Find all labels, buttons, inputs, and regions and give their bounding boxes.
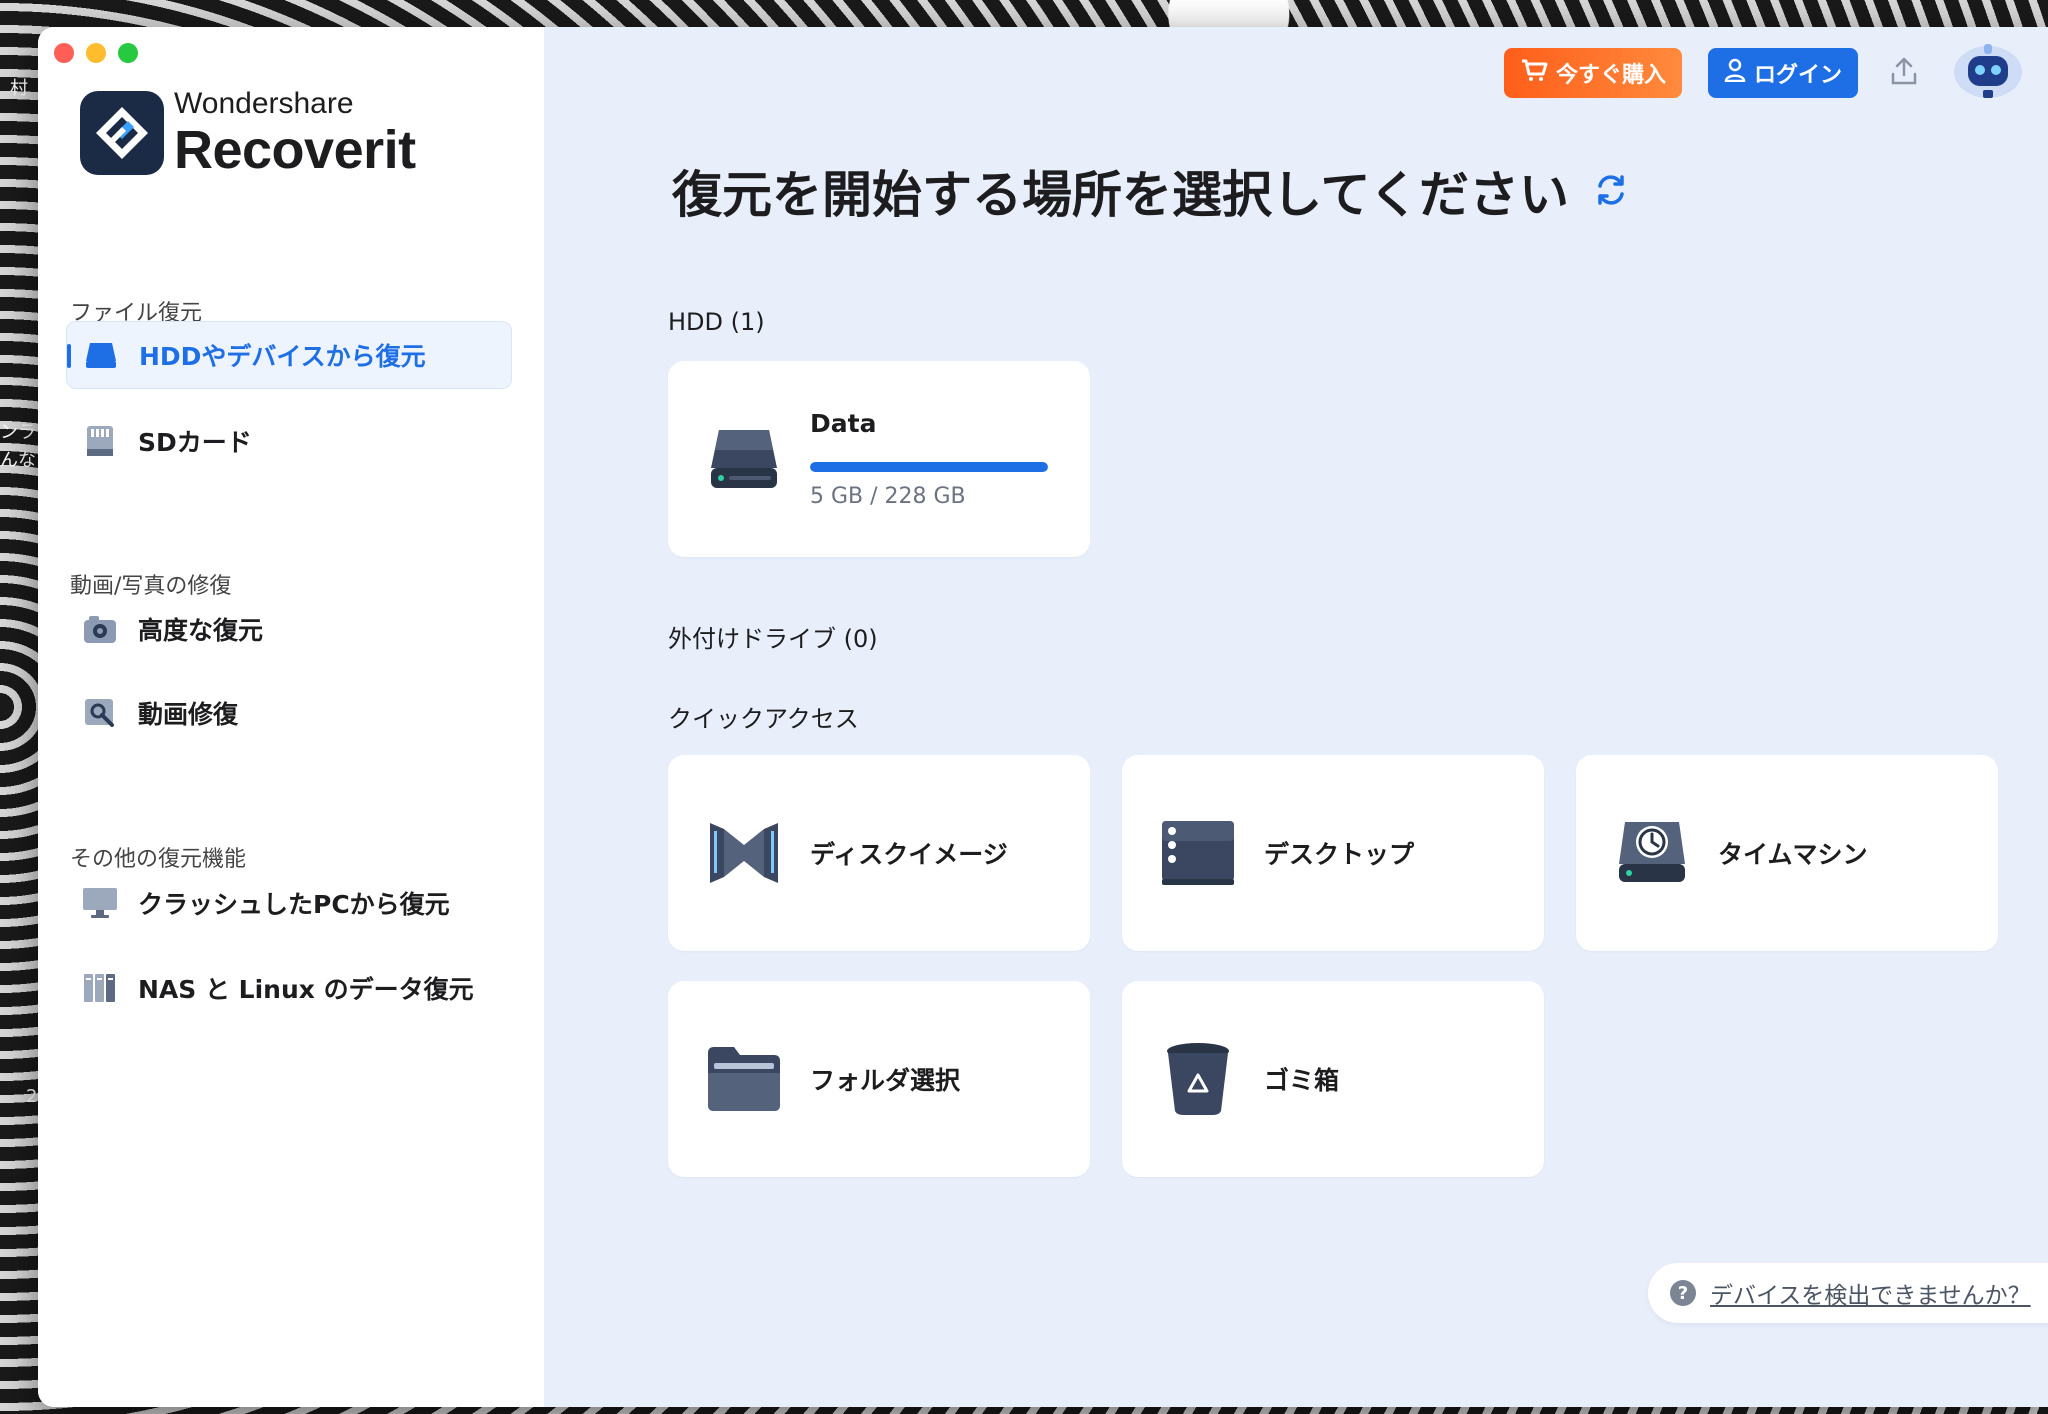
assistant-robot-button[interactable] [1950,41,2026,105]
cart-icon [1520,58,1548,88]
desktop-text: 2 [26,1086,38,1107]
sidebar-item-video-repair[interactable]: 動画修復 [66,679,512,747]
user-icon [1724,58,1746,88]
refresh-icon [1598,175,1624,205]
monitor-icon [82,885,118,921]
sidebar-item-label: HDDやデバイスから復元 [139,342,426,371]
share-icon [1889,56,1919,90]
quick-access-label: デスクトップ [1264,840,1415,869]
sidebar-item-crashed-pc[interactable]: クラッシュしたPCから復元 [66,869,512,937]
disk-image-icon [706,815,782,891]
quick-access-folder[interactable]: フォルダ選択 [668,981,1090,1177]
quick-access-trash[interactable]: ゴミ箱 [1122,981,1544,1177]
help-link[interactable]: デバイスを検出できませんか？ [1710,1276,2031,1310]
drive-usage-bar [810,462,1048,472]
quick-access-time-machine[interactable]: タイムマシン [1576,755,1998,951]
desktop-text: ンラ [0,422,36,443]
quick-access-label: フォルダ選択 [810,1066,961,1095]
quick-access-label: クイックアクセス [668,705,859,733]
window-controls [54,43,138,63]
page-title-text: 復元を開始する場所を選択してください [672,166,1569,224]
page-title: 復元を開始する場所を選択してください [672,155,1629,227]
maximize-window-button[interactable] [118,43,138,63]
recoverit-logo-icon [80,91,164,175]
quick-access-label: ゴミ箱 [1264,1066,1340,1095]
sidebar-item-label: NAS と Linux のデータ復元 [138,975,474,1004]
buy-now-button[interactable]: 今すぐ購入 [1503,48,1682,98]
question-icon: ? [1670,1280,1696,1306]
time-machine-icon [1614,815,1690,891]
sidebar-item-advanced-recovery[interactable]: 高度な復元 [66,595,512,663]
quick-access-disk-image[interactable]: ディスクイメージ [668,755,1090,951]
nas-icon [82,970,118,1006]
sidebar-item-sd-card[interactable]: SDカード [66,407,512,475]
drive-usage-fill [810,462,1048,472]
quick-access-desktop[interactable]: デスクトップ [1122,755,1544,951]
sidebar-item-nas-linux[interactable]: NAS と Linux のデータ復元 [66,954,512,1022]
quick-access-label: ディスクイメージ [810,840,1008,869]
hard-drive-icon [706,421,782,497]
trash-icon [1160,1041,1236,1117]
desktop-text: 村 [10,78,28,99]
main-content: 今すぐ購入 ログイン 復元を開始する場所を選択してください HDD (1) Da… [544,27,2048,1407]
sidebar-item-label: 高度な復元 [138,616,264,645]
quick-access-label: タイムマシン [1718,840,1868,869]
drive-size: 5 GB / 228 GB [810,484,966,509]
folder-icon [706,1041,782,1117]
drive-card-data[interactable]: Data 5 GB / 228 GB [668,361,1090,557]
robot-icon [1950,40,2026,106]
hdd-section-label: HDD (1) [668,308,765,336]
buy-now-label: 今すぐ購入 [1555,63,1666,88]
sidebar-item-label: クラッシュしたPCから復元 [138,890,450,919]
product-name: Recoverit [174,120,416,180]
hdd-icon [83,337,119,373]
camera-icon [82,611,118,647]
share-button[interactable] [1884,53,1924,93]
device-not-found-help[interactable]: ? デバイスを検出できませんか？ [1648,1263,2048,1323]
brand-name: Wondershare [174,87,354,120]
login-button[interactable]: ログイン [1707,48,1858,98]
sidebar-item-label: 動画修復 [138,700,239,729]
minimize-window-button[interactable] [86,43,106,63]
video-repair-icon [82,695,118,731]
login-label: ログイン [1753,63,1842,88]
external-drives-label: 外付けドライブ (0) [668,625,878,653]
close-window-button[interactable] [54,43,74,63]
refresh-button[interactable] [1593,162,1629,220]
drive-name: Data [810,409,877,438]
top-toolbar: 今すぐ購入 ログイン [1503,41,2048,105]
sidebar-item-label: SDカード [138,428,252,457]
app-logo: Wondershare Recoverit [80,89,416,177]
sidebar: Wondershare Recoverit ファイル復元 HDDやデバイスから復… [38,27,544,1407]
sidebar-item-hdd-recovery[interactable]: HDDやデバイスから復元 [66,321,512,389]
desktop-text: んな [0,450,36,471]
app-window: Wondershare Recoverit ファイル復元 HDDやデバイスから復… [38,27,2048,1407]
desktop-icon [1160,815,1236,891]
sd-card-icon [82,423,118,459]
